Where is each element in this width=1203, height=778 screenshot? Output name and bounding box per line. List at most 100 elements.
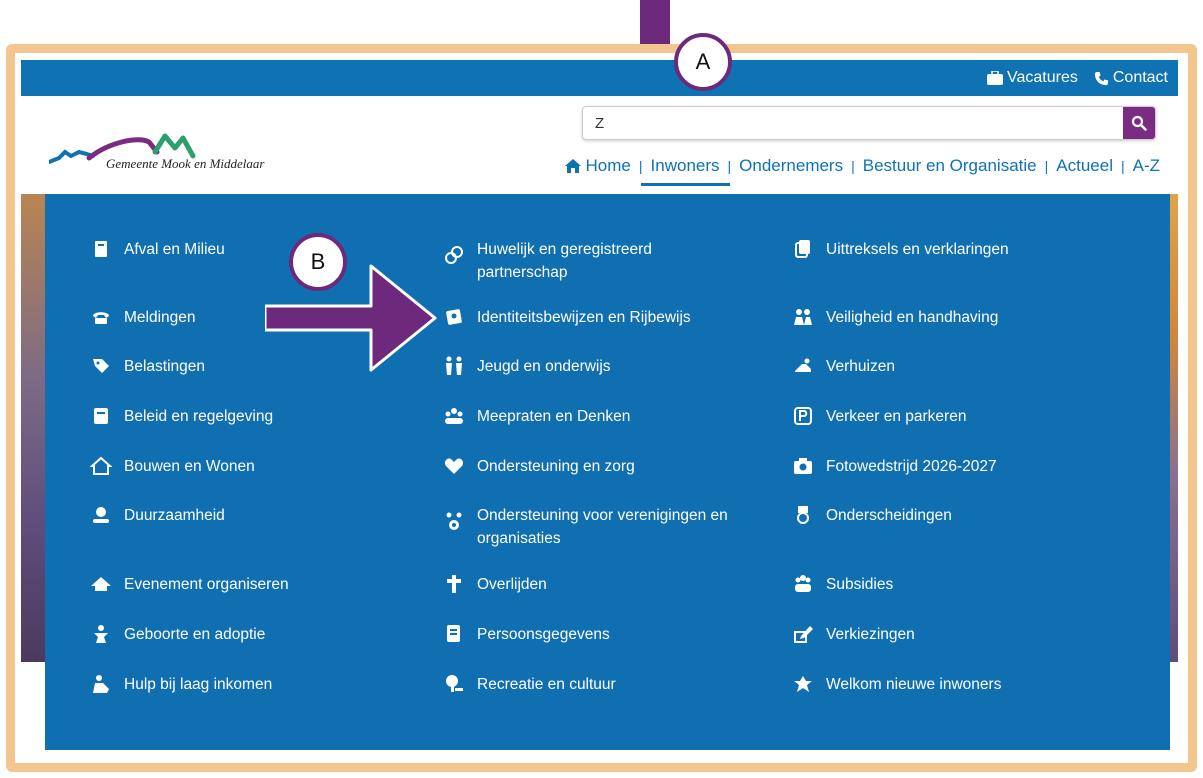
menu-item-label: Ondersteuning voor verenigingen en organ… — [477, 507, 728, 547]
menu-item-meepraten-en-denken[interactable]: Meepraten en Denken — [443, 405, 757, 428]
menu-item-persoonsgegevens[interactable]: Persoonsgegevens — [443, 623, 757, 646]
contact-label: Contact — [1112, 69, 1168, 86]
menu-item-onderscheidingen[interactable]: Onderscheidingen — [792, 504, 1116, 527]
menu-item-label: Uittreksels en verklaringen — [826, 241, 1009, 258]
id-card-icon — [443, 306, 465, 328]
menu-item-label: Identiteitsbewijzen en Rijbewijs — [477, 309, 691, 326]
baby-icon — [90, 623, 112, 645]
menu-item-label: Ondersteuning en zorg — [477, 458, 635, 475]
nav-ondernemers[interactable]: Ondernemers — [737, 156, 845, 176]
help-hand-icon — [90, 673, 112, 695]
menu-item-hulp-bij-laag-inkomen[interactable]: Hulp bij laag inkomen — [90, 673, 414, 696]
menu-item-bouwen-en-wonen[interactable]: Bouwen en Wonen — [90, 455, 414, 478]
menu-item-verkeer-en-parkeren[interactable]: Verkeer en parkeren — [792, 405, 1116, 428]
menu-item-verhuizen[interactable]: Verhuizen — [792, 355, 1116, 378]
parking-icon — [792, 405, 814, 427]
menu-item-recreatie-en-cultuur[interactable]: Recreatie en cultuur — [443, 673, 757, 696]
document-icon — [90, 405, 112, 427]
tree-icon — [443, 673, 465, 695]
menu-item-label: Recreatie en cultuur — [477, 676, 616, 693]
menu-item-ondersteuning-en-zorg[interactable]: Ondersteuning en zorg — [443, 455, 757, 478]
menu-item-label: Duurzaamheid — [124, 507, 225, 524]
moving-icon — [792, 355, 814, 377]
site-header: Gemeente Mook en Middelaar Home | Inwone… — [21, 96, 1178, 194]
pen-icon — [792, 623, 814, 645]
menu-item-label: Evenement organiseren — [124, 576, 289, 593]
menu-item-label: Beleid en regelgeving — [124, 408, 274, 425]
menu-item-label: Fotowedstrijd 2026-2027 — [826, 458, 997, 475]
menu-item-label: Huwelijk en geregistreerd partnerschap — [477, 241, 652, 281]
welcome-icon — [792, 673, 814, 695]
vacatures-label: Vacatures — [1007, 69, 1078, 86]
tag-icon — [90, 355, 112, 377]
menu-item-label: Onderscheidingen — [826, 507, 952, 524]
menu-item-verkiezingen[interactable]: Verkiezingen — [792, 623, 1116, 646]
menu-item-label: Geboorte en adoptie — [124, 626, 266, 643]
police-icon — [792, 306, 814, 328]
contact-link[interactable]: Contact — [1094, 69, 1168, 87]
medal-icon — [792, 504, 814, 526]
menu-item-beleid-en-regelgeving[interactable]: Beleid en regelgeving — [90, 405, 414, 428]
search-box — [582, 106, 1156, 140]
menu-item-label: Verkiezingen — [826, 626, 915, 643]
annotation-label-a: A — [674, 33, 732, 91]
nav-inwoners[interactable]: Inwoners — [640, 156, 730, 186]
cross-icon — [443, 573, 465, 595]
annotation-label-b: B — [289, 233, 347, 291]
menu-item-duurzaamheid[interactable]: Duurzaamheid — [90, 504, 414, 527]
menu-item-label: Verkeer en parkeren — [826, 408, 967, 425]
menu-item-subsidies[interactable]: Subsidies — [792, 573, 1116, 596]
vacatures-link[interactable]: Vacatures — [987, 69, 1078, 87]
menu-item-label: Bouwen en Wonen — [124, 458, 255, 475]
rings-icon — [443, 244, 465, 266]
trash-icon — [90, 238, 112, 260]
menu-item-label: Hulp bij laag inkomen — [124, 676, 273, 693]
mega-menu-panel: Afval en Milieu Meldingen Belastingen Belei… — [45, 194, 1170, 750]
nav-a-z[interactable]: A-Z — [1131, 156, 1162, 176]
menu-item-welkom-nieuwe-inwoners[interactable]: Welkom nieuwe inwoners — [792, 673, 1116, 696]
menu-item-overlijden[interactable]: Overlijden — [443, 573, 757, 596]
house-icon — [90, 455, 112, 477]
copy-icon — [792, 238, 814, 260]
menu-item-identiteitsbewijzen-en-rijbewijs[interactable]: Identiteitsbewijzen en Rijbewijs — [443, 306, 757, 329]
menu-item-label: Subsidies — [826, 576, 894, 593]
search-input[interactable] — [583, 107, 1123, 139]
people-icon — [792, 573, 814, 595]
search-button[interactable] — [1123, 107, 1155, 139]
menu-item-uittreksels-en-verklaringen[interactable]: Uittreksels en verklaringen — [792, 238, 1116, 261]
page-frame: Vacatures Contact Gemeente Mook en Midde… — [6, 44, 1197, 772]
menu-item-jeugd-en-onderwijs[interactable]: Jeugd en onderwijs — [443, 355, 757, 378]
children-icon — [443, 355, 465, 377]
menu-item-fotowedstrijd-2026-2027[interactable]: Fotowedstrijd 2026-2027 — [792, 455, 1116, 478]
people-gear-icon — [443, 510, 465, 532]
menu-item-label: Veiligheid en handhaving — [826, 309, 999, 326]
menu-item-veiligheid-en-handhaving[interactable]: Veiligheid en handhaving — [792, 306, 1116, 329]
top-bar: Vacatures Contact — [21, 60, 1178, 96]
heart-icon — [443, 455, 465, 477]
menu-item-label: Welkom nieuwe inwoners — [826, 676, 1002, 693]
menu-item-geboorte-en-adoptie[interactable]: Geboorte en adoptie — [90, 623, 414, 646]
annotation-arrow-b — [265, 264, 437, 372]
nav-actueel[interactable]: Actueel — [1054, 156, 1115, 176]
search-icon — [1131, 115, 1147, 131]
nav-bestuur[interactable]: Bestuur en Organisatie — [861, 156, 1039, 176]
tent-icon — [90, 573, 112, 595]
group-icon — [443, 405, 465, 427]
logo-text: Gemeente Mook en Middelaar — [106, 156, 265, 171]
menu-item-label: Verhuizen — [826, 358, 895, 375]
globe-hand-icon — [90, 504, 112, 526]
menu-item-label: Meepraten en Denken — [477, 408, 631, 425]
nav-home[interactable]: Home — [584, 156, 633, 176]
phone-icon — [1094, 71, 1108, 85]
phone-icon — [90, 306, 112, 328]
home-icon — [564, 159, 581, 173]
menu-item-huwelijk-en-geregistreerd-partnerschap[interactable]: Huwelijk en geregistreerd partnerschap — [443, 238, 677, 284]
file-list-icon — [443, 623, 465, 645]
menu-item-evenement-organiseren[interactable]: Evenement organiseren — [90, 573, 414, 596]
main-nav: Home | Inwoners | Ondernemers | Bestuur … — [564, 156, 1162, 186]
menu-item-label: Overlijden — [477, 576, 547, 593]
menu-item-label: Jeugd en onderwijs — [477, 358, 611, 375]
camera-icon — [792, 455, 814, 477]
menu-item-ondersteuning-voor-verenigingen-en-organisaties[interactable]: Ondersteuning voor verenigingen en organ… — [443, 504, 757, 550]
menu-item-label: Persoonsgegevens — [477, 626, 610, 643]
